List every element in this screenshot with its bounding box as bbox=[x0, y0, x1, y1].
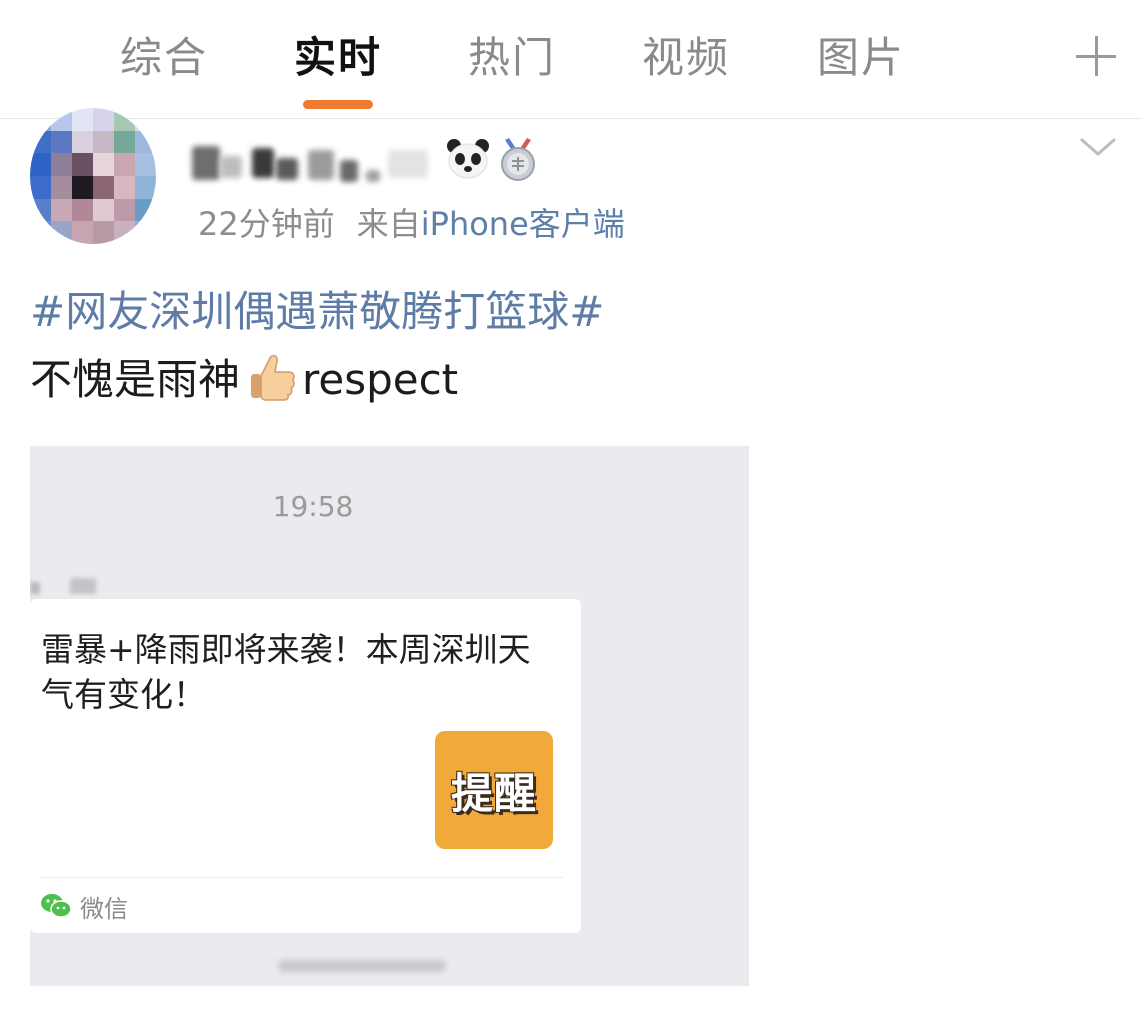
wechat-icon bbox=[41, 894, 72, 918]
article-source: 微信 bbox=[80, 894, 128, 923]
channel-tab-bar: 综合 实时 热门 视频 图片 bbox=[0, 0, 1141, 119]
article-thumbnail-text: 提醒 bbox=[450, 768, 537, 818]
avatar[interactable] bbox=[30, 108, 156, 244]
card-divider bbox=[41, 877, 563, 878]
chat-timestamp: 19:58 bbox=[272, 490, 354, 523]
image-watermark-blurred bbox=[278, 954, 446, 978]
post-text-suffix: respect bbox=[302, 355, 459, 404]
chevron-down-icon[interactable] bbox=[1080, 134, 1116, 160]
post-text-main: 不愧是雨神 bbox=[30, 355, 241, 404]
post-meta: 22分钟前 来自iPhone客户端 bbox=[198, 202, 625, 246]
tab-images[interactable]: 图片 bbox=[817, 30, 905, 86]
add-tab-icon[interactable] bbox=[1076, 36, 1116, 76]
source-prefix: 来自 bbox=[356, 205, 421, 243]
article-title: 雷暴+降雨即将来袭！本周深圳天气有变化！ bbox=[41, 630, 531, 714]
tab-comprehensive[interactable]: 综合 bbox=[120, 30, 208, 86]
post-image[interactable]: 19:58 雷暴+降雨即将来袭！本周深圳天气有变化！ 提醒 微信 bbox=[30, 446, 749, 986]
card-footer: 微信 bbox=[40, 889, 128, 923]
post-text: 不愧是雨神 respect bbox=[30, 352, 458, 408]
tab-video[interactable]: 视频 bbox=[642, 30, 730, 86]
article-thumbnail: 提醒 bbox=[435, 731, 553, 849]
post-time: 22分钟前 bbox=[198, 205, 335, 243]
source-client-link[interactable]: iPhone客户端 bbox=[421, 205, 625, 243]
topic-hashtag-link[interactable]: #网友深圳偶遇萧敬腾打篮球# bbox=[30, 284, 604, 340]
article-card[interactable]: 雷暴+降雨即将来袭！本周深圳天气有变化！ 提醒 微信 bbox=[30, 599, 581, 933]
thumbs-up-emoji bbox=[251, 354, 295, 401]
tab-hot[interactable]: 热门 bbox=[468, 30, 556, 86]
medal-badge-icon bbox=[501, 138, 535, 181]
tab-realtime[interactable]: 实时 bbox=[294, 30, 382, 86]
sender-name-blurred bbox=[30, 578, 96, 596]
avatar-mosaic bbox=[30, 108, 156, 244]
username-blurred[interactable] bbox=[190, 140, 438, 186]
active-tab-indicator bbox=[303, 100, 373, 109]
panda-badge-icon bbox=[447, 139, 489, 179]
